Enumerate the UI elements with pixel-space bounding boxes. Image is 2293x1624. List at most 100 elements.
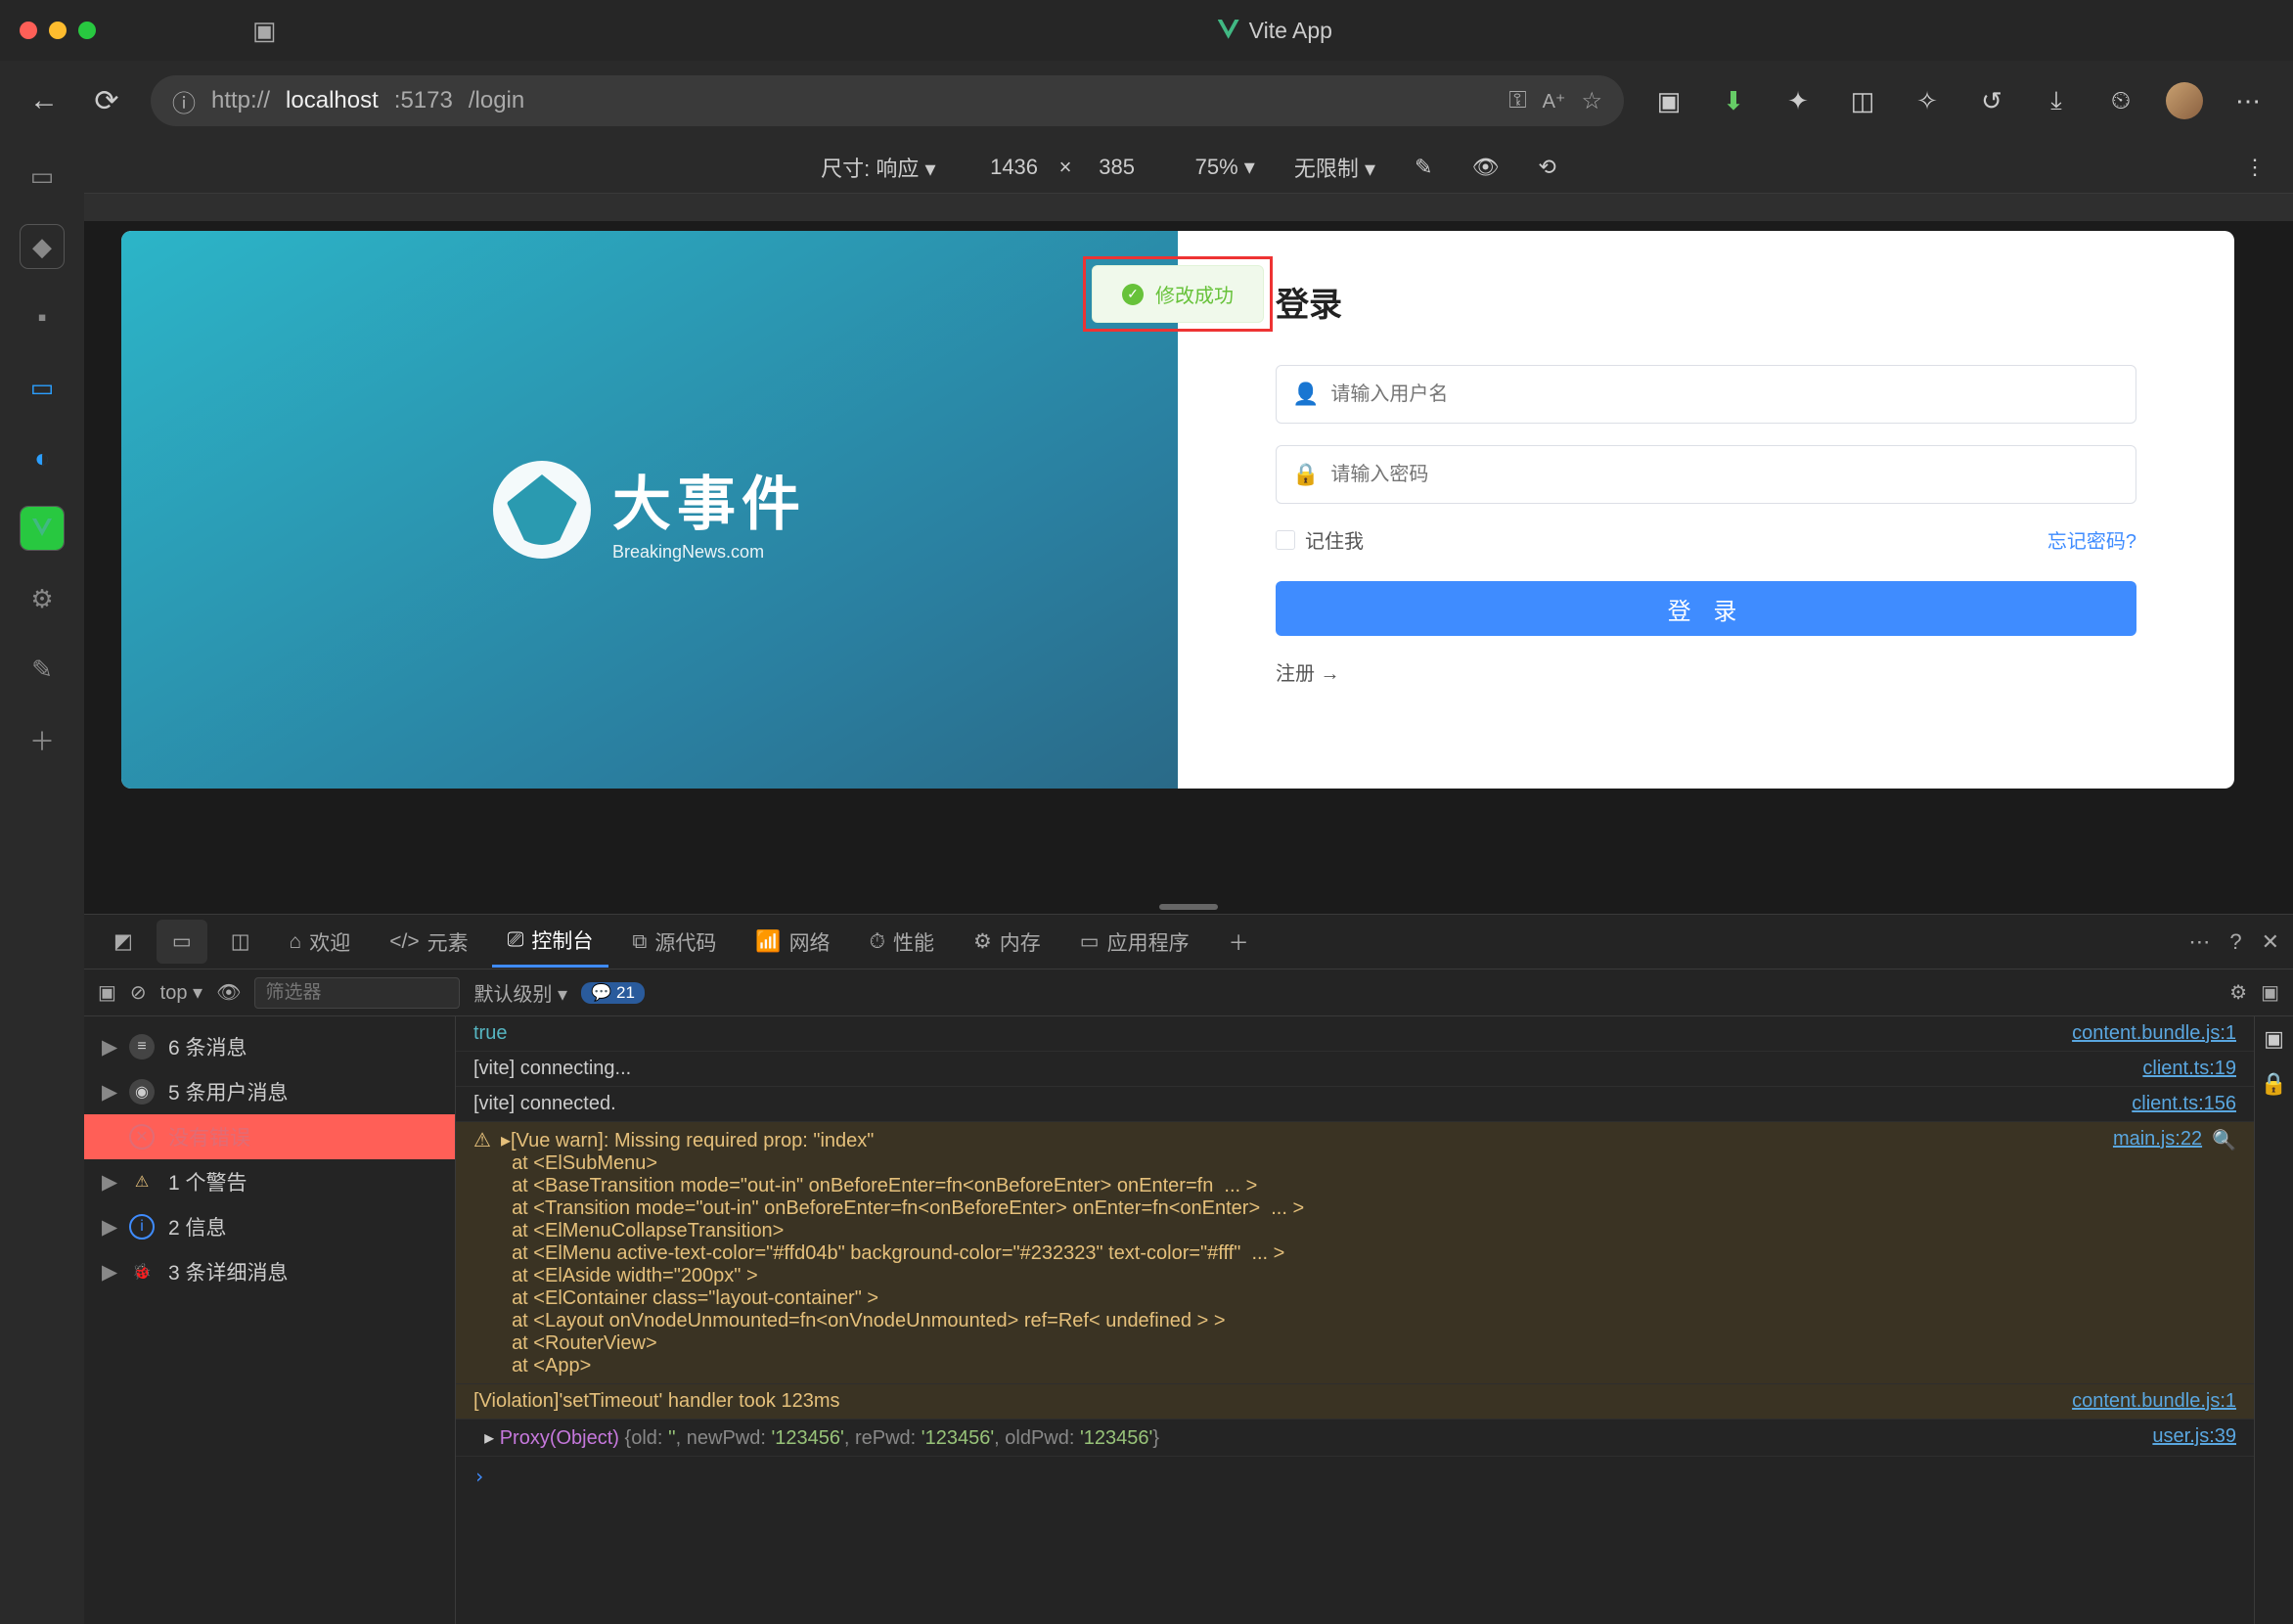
device-toggle-icon[interactable]: ▭ (157, 920, 207, 964)
console-dock-icon[interactable]: ▣ (2261, 980, 2279, 1005)
close-window[interactable] (20, 22, 37, 39)
devtools-close-icon[interactable]: ✕ (2262, 929, 2279, 955)
filter-input[interactable] (254, 977, 460, 1009)
username-field[interactable]: 👤 (1276, 365, 2136, 424)
eye-icon[interactable]: 👁 (1471, 155, 1499, 180)
console-settings-icon[interactable]: ⚙ (2229, 980, 2247, 1005)
maximize-window[interactable] (78, 22, 96, 39)
ruler (84, 194, 2293, 221)
ext-1-icon[interactable]: ▣ (1649, 81, 1688, 120)
log-violation: [Violation]'setTimeout' handler took 123… (456, 1384, 2254, 1420)
tab-memory[interactable]: ⚙ 内存 (958, 918, 1057, 967)
console-log[interactable]: true content.bundle.js:1 [vite] connecti… (456, 1016, 2254, 1624)
downloads-icon[interactable]: ⤓ (2037, 81, 2076, 120)
forgot-password-link[interactable]: 忘记密码? (2047, 525, 2136, 554)
magnify-icon[interactable]: 🔍 (2212, 1128, 2236, 1152)
dock-icon[interactable]: ◫ (215, 920, 266, 964)
side-messages[interactable]: ▶≡6 条消息 (84, 1024, 455, 1069)
side-verbose[interactable]: ▶🐞3 条详细消息 (84, 1249, 455, 1294)
drawer-icon[interactable]: ▣ (2264, 1026, 2284, 1052)
favorites-icon[interactable]: ✧ (1908, 81, 1947, 120)
viewport-width[interactable] (975, 155, 1054, 180)
log-source-link[interactable]: client.ts:156 (2132, 1093, 2236, 1115)
console-prompt[interactable]: › (456, 1457, 2254, 1496)
zoom-level[interactable]: 75% (1195, 155, 1238, 179)
side-user[interactable]: ▶◉5 条用户消息 (84, 1069, 455, 1114)
site-info-icon[interactable]: ⓘ (172, 84, 196, 118)
menu-icon[interactable]: ⋯ (2228, 81, 2268, 120)
minimize-window[interactable] (49, 22, 67, 39)
tab-network[interactable]: 📶 网络 (740, 918, 845, 967)
act-settings-icon[interactable]: ⚙ (21, 577, 64, 620)
reader-icon[interactable]: A⁺ (1543, 89, 1566, 113)
extensions-icon[interactable]: ✦ (1778, 81, 1818, 120)
devtools-more-icon[interactable]: ⋮ (2244, 155, 2266, 180)
favorite-icon[interactable]: ☆ (1581, 87, 1602, 115)
devtools-more-icon[interactable]: ⋯ (2188, 929, 2210, 955)
act-paint-icon[interactable]: ✎ (21, 648, 64, 691)
rotate-icon[interactable]: ⟲ (1538, 155, 1555, 180)
act-chat-icon[interactable]: ◆ (21, 225, 64, 268)
ext-2-icon[interactable]: ⬇ (1714, 81, 1753, 120)
password-input[interactable] (1330, 464, 2120, 486)
device-label[interactable]: 尺寸: 响应 (821, 157, 919, 181)
address-bar[interactable]: ⓘ http://localhost:5173/login ⚿ A⁺ ☆ (151, 75, 1624, 126)
password-field[interactable]: 🔒 (1276, 445, 2136, 504)
sidebar-toggle-icon[interactable]: ▣ (98, 980, 116, 1005)
act-globe-icon[interactable]: ◐ (21, 436, 64, 479)
login-button[interactable]: 登 录 (1276, 581, 2136, 636)
side-errors[interactable]: ✕没有错误 (84, 1114, 455, 1159)
log-row: [vite] connecting... client.ts:19 (456, 1052, 2254, 1087)
traffic-lights (20, 22, 96, 39)
side-info[interactable]: ▶i2 信息 (84, 1204, 455, 1249)
log-source-link[interactable]: main.js:22 (2113, 1128, 2202, 1150)
lock-icon[interactable]: 🔒 (2261, 1071, 2287, 1097)
viewport-height[interactable] (1078, 155, 1156, 180)
history-icon[interactable]: ↺ (1972, 81, 2011, 120)
check-icon: ✓ (1122, 284, 1144, 305)
register-link[interactable]: 注册 → (1276, 657, 2136, 686)
devtools-help-icon[interactable]: ? (2229, 929, 2241, 955)
live-expr-icon[interactable]: 👁 (216, 980, 241, 1005)
performance-icon[interactable]: ⏲ (2101, 81, 2140, 120)
act-vue-icon[interactable] (21, 507, 64, 550)
password-icon[interactable]: ⚿ (1508, 87, 1526, 114)
throttle[interactable]: 无限制 (1294, 157, 1359, 181)
profile-avatar[interactable] (2166, 82, 2203, 119)
context-selector[interactable]: top ▾ (160, 980, 202, 1005)
level-selector[interactable]: 默认级别 ▾ (473, 978, 567, 1007)
url-host: localhost (286, 87, 379, 114)
log-source-link[interactable]: content.bundle.js:1 (2072, 1390, 2236, 1413)
tab-console[interactable]: ⎚ 控制台 (492, 916, 609, 968)
reload-button[interactable]: ⟳ (88, 84, 125, 118)
tab-welcome[interactable]: ⌂ 欢迎 (274, 918, 367, 967)
act-add-icon[interactable]: ＋ (21, 718, 64, 761)
username-input[interactable] (1330, 383, 2120, 406)
toast-highlight: ✓ 修改成功 (1083, 256, 1273, 332)
side-warnings[interactable]: ▶⚠1 个警告 (84, 1159, 455, 1204)
remember-me[interactable]: 记住我 (1276, 525, 1364, 554)
log-source-link[interactable]: client.ts:19 (2142, 1058, 2236, 1080)
brand-sub: BreakingNews.com (612, 542, 806, 563)
back-button[interactable]: ← (25, 84, 63, 117)
act-tab-icon[interactable]: ▭ (21, 155, 64, 198)
resize-handle[interactable] (1159, 904, 1218, 910)
tab-overview-icon[interactable]: ▣ (252, 16, 277, 46)
hidden-count[interactable]: 💬 21 (581, 982, 645, 1004)
tab-elements[interactable]: </> 元素 (374, 918, 483, 967)
inspect-icon[interactable]: ◩ (98, 920, 149, 964)
url-scheme: http:// (211, 87, 270, 114)
eyedropper-icon[interactable]: ✎ (1415, 155, 1432, 180)
act-note-icon[interactable]: ▪ (21, 295, 64, 338)
tab-add[interactable]: ＋ (1213, 918, 1265, 967)
tab-sources[interactable]: ⧉ 源代码 (616, 918, 732, 967)
tab-application[interactable]: ▭ 应用程序 (1064, 918, 1205, 967)
tab-performance[interactable]: ⏱ 性能 (854, 918, 950, 967)
clear-console-icon[interactable]: ⊘ (130, 980, 147, 1005)
act-video-icon[interactable]: ▭ (21, 366, 64, 409)
remember-checkbox[interactable] (1276, 530, 1295, 550)
log-source-link[interactable]: content.bundle.js:1 (2072, 1022, 2236, 1045)
log-source-link[interactable]: user.js:39 (2152, 1425, 2236, 1450)
user-icon: 👤 (1292, 382, 1319, 407)
sidebar-icon[interactable]: ◫ (1843, 81, 1882, 120)
